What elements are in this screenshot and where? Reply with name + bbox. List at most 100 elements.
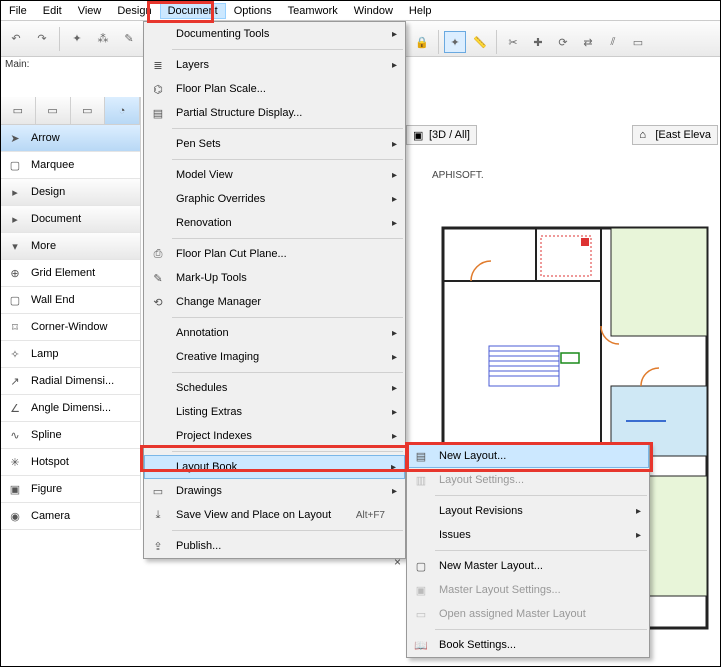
cut-icon[interactable]: ✂ — [502, 31, 524, 53]
menu-file[interactable]: File — [1, 3, 35, 19]
menu-item-drawings[interactable]: ▭Drawings▸ — [144, 479, 405, 503]
mode-icon[interactable]: ▭ — [36, 97, 71, 124]
submenu-item-layout-revisions[interactable]: Layout Revisions▸ — [407, 499, 649, 523]
menu-edit[interactable]: Edit — [35, 3, 70, 19]
tool-camera[interactable]: ◉Camera — [1, 503, 140, 530]
mode-icon[interactable]: ◔ — [105, 97, 140, 124]
blank-icon — [148, 349, 168, 365]
blank-icon — [148, 459, 168, 475]
newlayout-icon: ▤ — [411, 448, 431, 464]
menu-item-graphic-overrides[interactable]: Graphic Overrides▸ — [144, 187, 405, 211]
layout-book-submenu: ▤New Layout...▥Layout Settings...Layout … — [406, 443, 650, 658]
menu-item-annotation[interactable]: Annotation ▸ — [144, 321, 405, 345]
chevron-right-icon: ▸ — [392, 407, 397, 418]
tool-radial-dim[interactable]: ↗ Radial Dimensi... — [1, 368, 140, 395]
menu-item-schedules[interactable]: Schedules▸ — [144, 376, 405, 400]
adjust-icon[interactable]: ✚ — [527, 31, 549, 53]
menu-item-pen-sets[interactable]: Pen Sets▸ — [144, 132, 405, 156]
tool-group-design[interactable]: ▸Design — [1, 179, 140, 206]
menu-view[interactable]: View — [70, 3, 110, 19]
tool-group-document[interactable]: ▸Document — [1, 206, 140, 233]
menu-help[interactable]: Help — [401, 3, 440, 19]
tool-spline[interactable]: ∿Spline — [1, 422, 140, 449]
menu-document[interactable]: Document — [160, 3, 226, 19]
menu-item-label: Pen Sets — [176, 138, 221, 150]
menu-teamwork[interactable]: Teamwork — [280, 3, 346, 19]
lamp-icon: ✧ — [7, 346, 23, 362]
redo-icon[interactable]: ↷ — [31, 28, 53, 50]
menu-item-creative-imaging[interactable]: Creative Imaging▸ — [144, 345, 405, 369]
tool-arrow[interactable]: ➤Arrow — [1, 125, 140, 152]
pick-icon[interactable]: ✦ — [66, 28, 88, 50]
menu-item-floor-plan-scale[interactable]: ⌬Floor Plan Scale... — [144, 77, 405, 101]
menu-window[interactable]: Window — [346, 3, 401, 19]
blank-icon — [148, 428, 168, 444]
tool-corner-window[interactable]: ⌑Corner-Window — [1, 314, 140, 341]
align-icon[interactable]: ▭ — [627, 31, 649, 53]
submenu-item-label: New Master Layout... — [439, 560, 543, 572]
scale-icon: ⌬ — [148, 81, 168, 97]
chevron-right-icon: ▸ — [392, 352, 397, 363]
menu-item-project-indexes[interactable]: Project Indexes▸ — [144, 424, 405, 448]
tool-label: Marquee — [31, 159, 74, 171]
menu-item-partial-structure-display[interactable]: ▤Partial Structure Display... — [144, 101, 405, 125]
radial-icon: ↗ — [7, 373, 23, 389]
mode-icon[interactable]: ▭ — [71, 97, 106, 124]
blank-icon — [148, 380, 168, 396]
chevron-right-icon: ▸ — [392, 218, 397, 229]
menu-item-layers[interactable]: ≣Layers▸ — [144, 53, 405, 77]
menu-item-save-view-and-place-on-layout[interactable]: ⤓Save View and Place on LayoutAlt+F7 — [144, 503, 405, 527]
viewtab-east-elev[interactable]: ⌂[East Eleva — [632, 125, 718, 145]
menu-item-label: Project Indexes — [176, 430, 252, 442]
menu-item-mark-up-tools[interactable]: ✎Mark-Up Tools — [144, 266, 405, 290]
menu-separator — [172, 238, 403, 239]
submenu-item-new-layout[interactable]: ▤New Layout... — [407, 444, 649, 468]
tool-grid-element[interactable]: ⊕Grid Element — [1, 260, 140, 287]
menu-item-change-manager[interactable]: ⟲Change Manager — [144, 290, 405, 314]
chevron-right-icon: ▸ — [392, 328, 397, 339]
menu-item-documenting-tools[interactable]: Documenting Tools▸ — [144, 22, 405, 46]
menu-design[interactable]: Design — [109, 3, 159, 19]
lock-icon[interactable]: 🔒 — [411, 31, 433, 53]
tool-wall-end[interactable]: ▢Wall End — [1, 287, 140, 314]
mode-icon[interactable]: ▭ — [1, 97, 36, 124]
menu-item-label: Renovation — [176, 217, 232, 229]
tool-lamp[interactable]: ✧Lamp — [1, 341, 140, 368]
menu-item-publish[interactable]: ⇪Publish... — [144, 534, 405, 558]
split-icon[interactable]: ⫽ — [602, 31, 624, 53]
tool-group-label: More — [31, 240, 56, 252]
chevron-right-icon: ▸ — [7, 184, 23, 200]
tool-marquee[interactable]: ▢Marquee — [1, 152, 140, 179]
menu-item-model-view[interactable]: Model View▸ — [144, 163, 405, 187]
ruler-icon[interactable]: 📏 — [469, 31, 491, 53]
tool-figure[interactable]: ▣Figure — [1, 476, 140, 503]
viewtab-label: [East Eleva — [655, 129, 711, 141]
dropper-icon[interactable]: ✎ — [118, 28, 140, 50]
tool-mode-row: ▭ ▭ ▭ ◔ — [1, 97, 140, 125]
viewtab-3d[interactable]: ▣[3D / All] — [406, 125, 477, 145]
rotate-icon[interactable]: ⟳ — [552, 31, 574, 53]
submenu-item-new-master-layout[interactable]: ▢New Master Layout... — [407, 554, 649, 578]
wand-icon[interactable]: ⁂ — [92, 28, 114, 50]
change-icon: ⟲ — [148, 294, 168, 310]
mirror-icon[interactable]: ⇄ — [577, 31, 599, 53]
hotspot-icon: ✳ — [7, 454, 23, 470]
menu-item-label: Annotation — [176, 327, 229, 339]
tool-label: Radial Dimensi... — [31, 375, 114, 387]
snap-icon[interactable]: ✦ — [444, 31, 466, 53]
menu-item-label: Model View — [176, 169, 233, 181]
menu-item-floor-plan-cut-plane[interactable]: ⎙Floor Plan Cut Plane... — [144, 242, 405, 266]
menu-item-listing-extras[interactable]: Listing Extras▸ — [144, 400, 405, 424]
menu-options[interactable]: Options — [226, 3, 280, 19]
tool-group-more[interactable]: ▾More — [1, 233, 140, 260]
submenu-item-issues[interactable]: Issues▸ — [407, 523, 649, 547]
tool-angle-dim[interactable]: ∠Angle Dimensi... — [1, 395, 140, 422]
tool-hotspot[interactable]: ✳Hotspot — [1, 449, 140, 476]
undo-icon[interactable]: ↶ — [5, 28, 27, 50]
blank-icon — [148, 215, 168, 231]
menu-separator — [172, 372, 403, 373]
tool-label: Spline — [31, 429, 62, 441]
submenu-item-book-settings[interactable]: 📖Book Settings... — [407, 633, 649, 657]
menu-item-renovation[interactable]: Renovation ▸ — [144, 211, 405, 235]
menu-item-layout-book[interactable]: Layout Book▸ — [144, 455, 405, 479]
